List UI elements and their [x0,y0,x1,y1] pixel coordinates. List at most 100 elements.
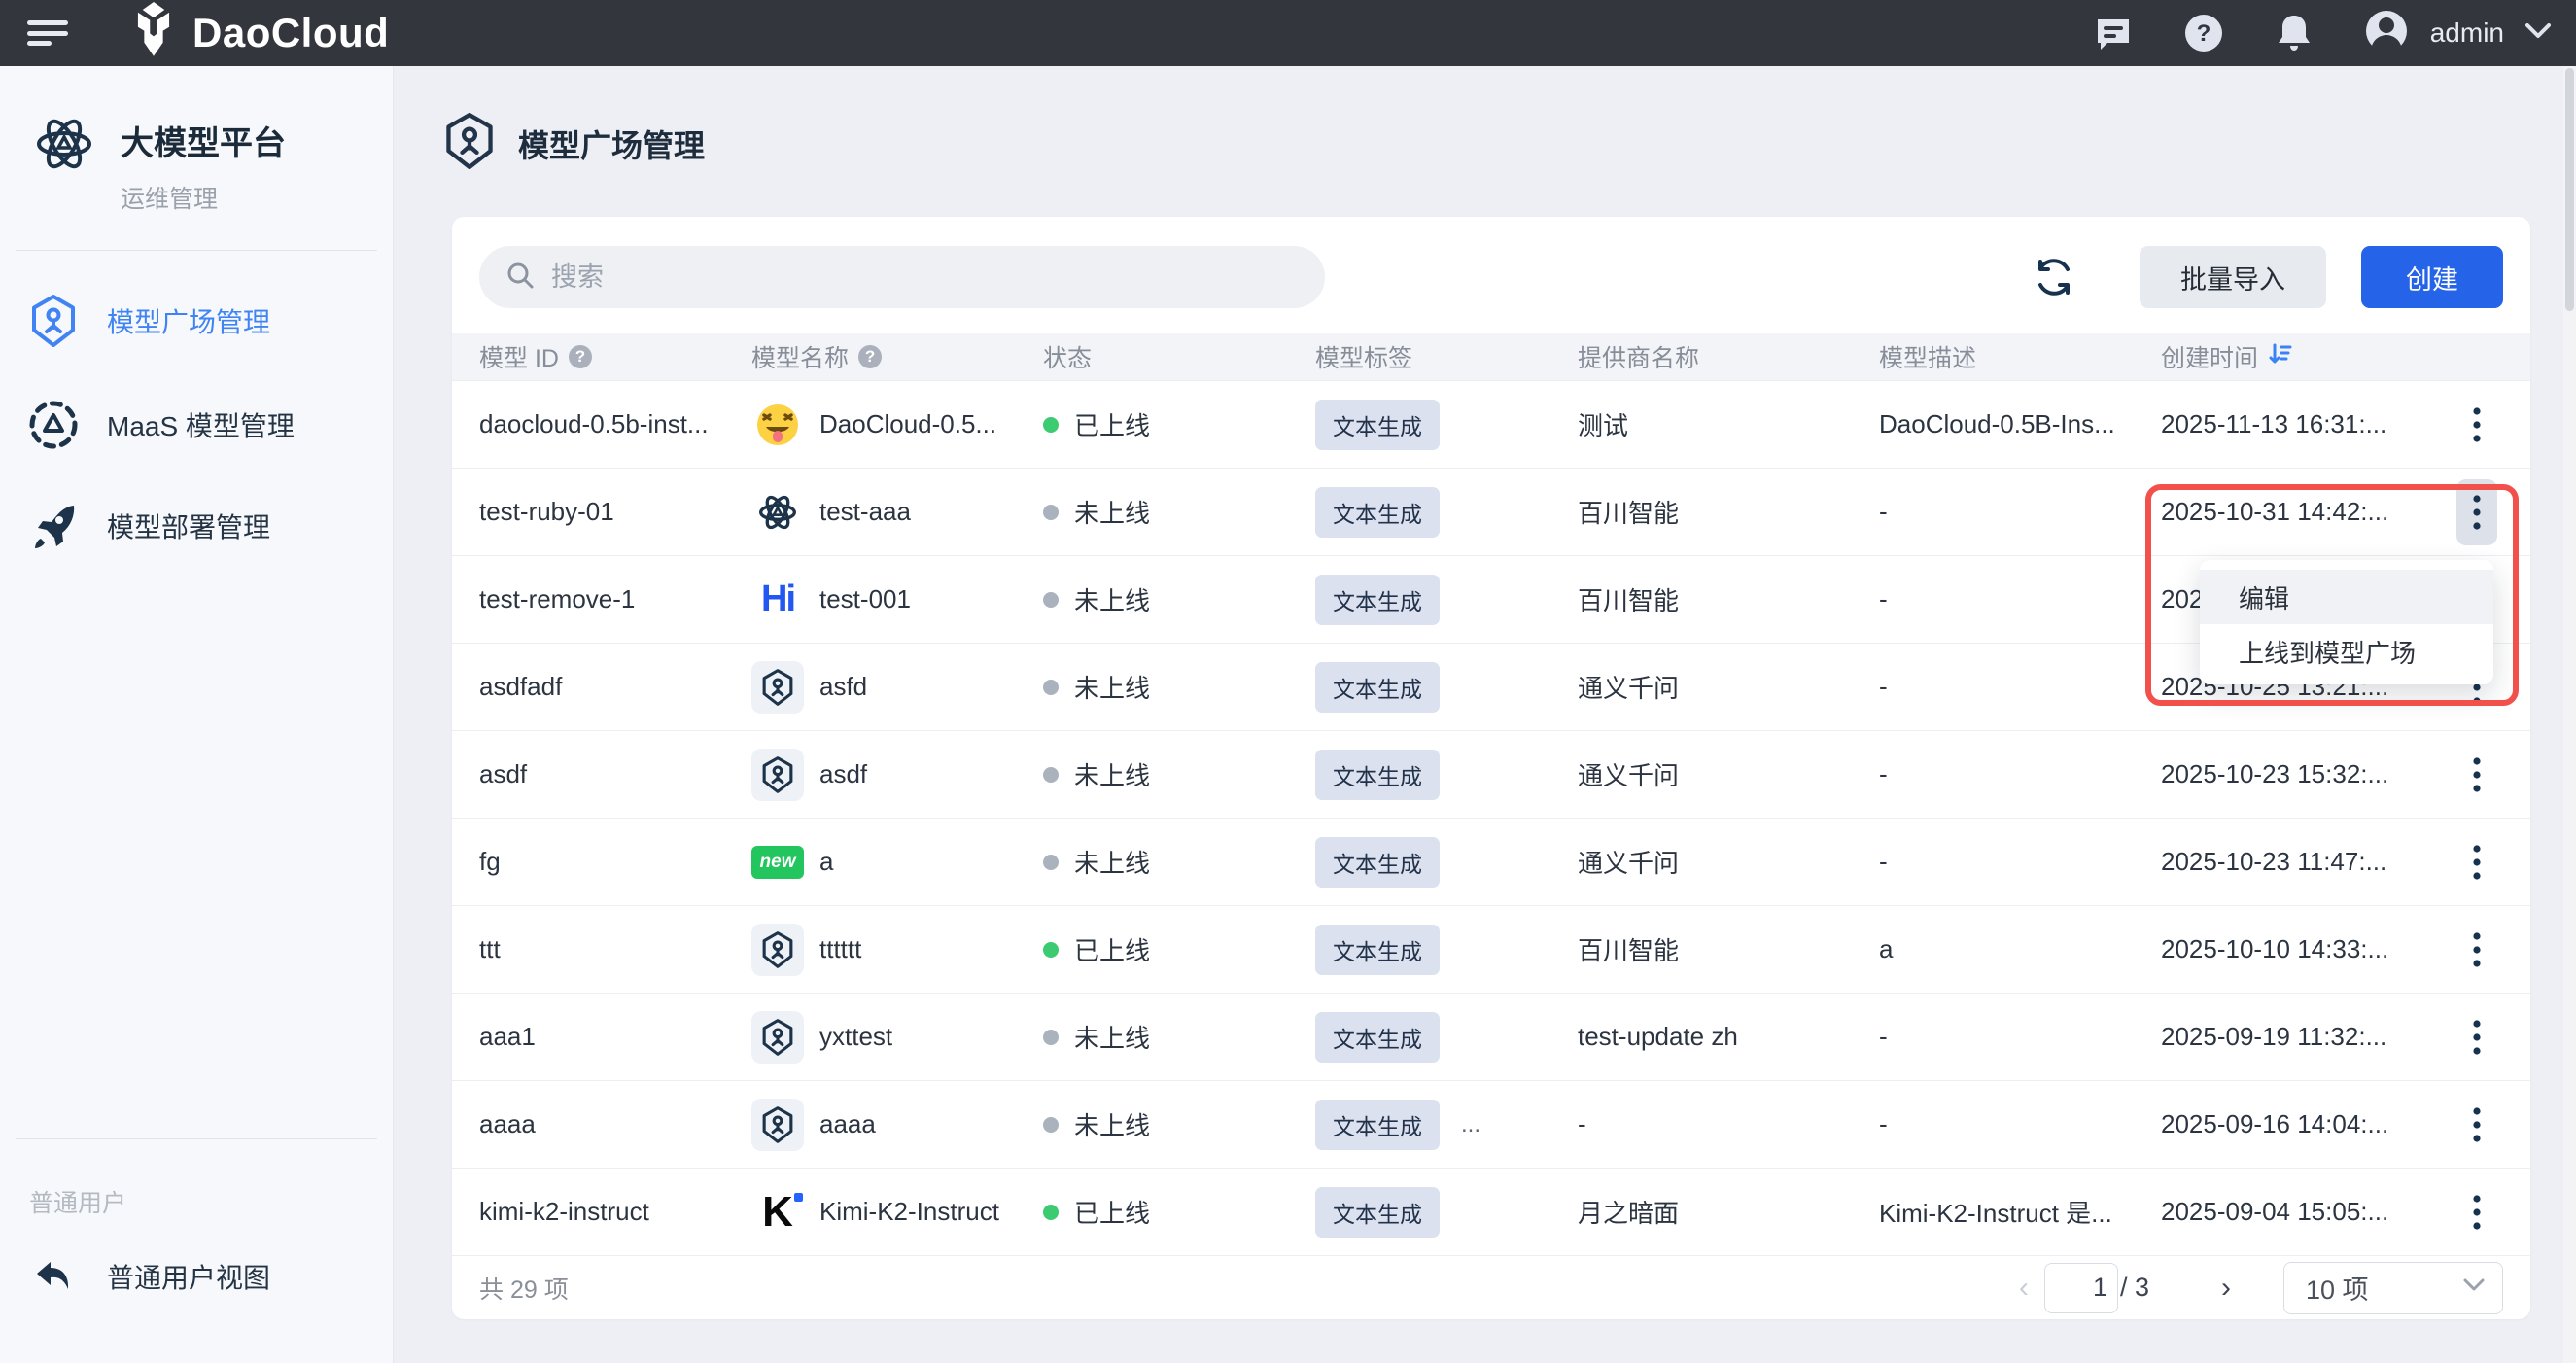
prev-page-icon[interactable]: ‹ [2005,1272,2042,1305]
cell-status: 未上线 [1043,494,1315,530]
total-count: 共 29 项 [479,1271,569,1306]
cell-status: 已上线 [1043,1194,1315,1230]
cell-status: 已上线 [1043,931,1315,967]
help-icon[interactable]: ? [2183,13,2224,53]
tag-badge: 文本生成 [1315,1100,1440,1150]
sidebar-item-label: 模型广场管理 [107,301,270,340]
cell-created-at: 2025-09-04 15:05:... [2161,1197,2423,1227]
table-row[interactable]: test-ruby-01 test-aaa 未上线 文本生成 百川智能 - 20… [452,468,2530,555]
row-actions-kebab-icon[interactable] [2456,742,2497,808]
sidebar-item-maas-models[interactable]: MaaS 模型管理 [0,373,393,476]
create-button[interactable]: 创建 [2361,246,2503,308]
cell-model-name: KKimi-K2-Instruct [751,1186,1043,1239]
menu-toggle-button[interactable] [25,17,70,50]
cell-model-name: Hitest-001 [751,574,1043,626]
cell-status: 未上线 [1043,581,1315,617]
col-provider[interactable]: 提供商名称 [1578,339,1879,374]
tag-badge: 文本生成 [1315,750,1440,800]
brand-name: DaoCloud [192,10,389,56]
cell-tags: 文本生成 [1315,662,1578,713]
chevron-down-icon [2525,23,2551,44]
status-dot [1043,417,1059,433]
table-row[interactable]: fg newa 未上线 文本生成 通义千问 - 2025-10-23 11:47… [452,818,2530,905]
table-row[interactable]: asdf asdf 未上线 文本生成 通义千问 - 2025-10-23 15:… [452,730,2530,818]
cell-model-name: yxttest [751,1011,1043,1064]
cell-model-id: asdfadf [452,672,751,702]
row-actions-kebab-icon[interactable] [2456,917,2497,983]
table-body: daocloud-0.5b-inst... DaoCloud-0.5... 已上… [452,380,2530,1255]
user-menu[interactable]: admin [2364,9,2551,58]
tag-badge: 文本生成 [1315,925,1440,975]
page-size-select[interactable]: 10 项 [2283,1262,2503,1314]
col-model-name[interactable]: 模型名称? [751,339,1043,374]
next-page-icon[interactable]: › [2208,1272,2245,1305]
cell-created-at: 2025-11-13 16:31:... [2161,409,2423,439]
row-actions-kebab-icon[interactable] [2456,1092,2497,1158]
status-dot [1043,1030,1059,1045]
search-box[interactable] [479,246,1325,308]
sidebar-item-normal-user-view[interactable]: 普通用户视图 [0,1229,393,1324]
cell-tags: 文本生成 [1315,575,1578,625]
refresh-icon[interactable] [2025,248,2083,306]
cell-description: - [1879,497,2161,527]
page-title: 模型广场管理 [518,122,705,166]
table-row[interactable]: kimi-k2-instruct KKimi-K2-Instruct 已上线 文… [452,1168,2530,1255]
menu-item-publish-to-marketplace[interactable]: 上线到模型广场 [2200,624,2493,679]
platform-header: 大模型平台 运维管理 [0,66,393,215]
table-footer: 共 29 项 ‹ / 3 › 10 项 [452,1255,2530,1319]
col-status[interactable]: 状态 [1043,339,1315,374]
model-table-card: 批量导入 创建 模型 ID? 模型名称? 状态 模型标签 提供商名称 模型描述 … [452,217,2530,1319]
col-description[interactable]: 模型描述 [1879,339,2161,374]
cell-status: 未上线 [1043,669,1315,705]
hexagon-model-icon [751,924,804,976]
cell-tags: 文本生成... [1315,1100,1578,1150]
hexagon-model-icon [751,1099,804,1151]
cell-description: - [1879,1109,2161,1139]
cell-description: - [1879,1022,2161,1052]
cell-tags: 文本生成 [1315,1187,1578,1238]
page-number-input[interactable] [2044,1263,2118,1313]
sort-descending-icon[interactable] [2268,341,2293,373]
status-dot [1043,942,1059,958]
cell-model-id: aaaa [452,1109,751,1139]
tag-badge: 文本生成 [1315,575,1440,625]
col-model-tags[interactable]: 模型标签 [1315,339,1578,374]
hexagon-model-icon [751,749,804,801]
help-icon[interactable]: ? [569,345,592,368]
scrollbar-thumb[interactable] [2565,68,2574,311]
cell-model-id: asdf [452,759,751,789]
row-actions-kebab-icon[interactable] [2456,1004,2497,1070]
col-model-id[interactable]: 模型 ID? [452,339,751,374]
cell-provider: 百川智能 [1578,581,1879,617]
table-row[interactable]: daocloud-0.5b-inst... DaoCloud-0.5... 已上… [452,380,2530,468]
row-actions-kebab-icon[interactable] [2456,392,2497,458]
menu-item-edit[interactable]: 编辑 [2200,570,2493,624]
cell-model-name: aaaa [751,1099,1043,1151]
cell-provider: 月之暗面 [1578,1194,1879,1230]
bell-icon[interactable] [2275,13,2314,53]
platform-title: 大模型平台 [121,109,286,164]
sidebar-item-model-deployment[interactable]: 模型部署管理 [0,476,393,576]
kimi-logo-icon: K [751,1186,804,1239]
help-icon[interactable]: ? [858,345,882,368]
back-arrow-icon [27,1254,80,1299]
cell-model-name: tttttt [751,924,1043,976]
chat-icon[interactable] [2094,14,2133,52]
search-input[interactable] [551,262,1300,293]
table-row[interactable]: ttt tttttt 已上线 文本生成 百川智能 a 2025-10-10 14… [452,905,2530,993]
table-row[interactable]: aaa1 yxttest 未上线 文本生成 test-update zh - 2… [452,993,2530,1080]
col-created-at[interactable]: 创建时间 [2161,339,2423,374]
sidebar-item-model-marketplace[interactable]: 模型广场管理 [0,268,393,373]
row-actions-kebab-icon[interactable] [2456,1179,2497,1245]
row-actions-kebab-icon[interactable] [2456,479,2497,545]
divider [16,250,377,251]
table-row[interactable]: aaaa aaaa 未上线 文本生成... - - 2025-09-16 14:… [452,1080,2530,1168]
scrollbar[interactable] [2563,66,2576,1363]
cell-model-id: daocloud-0.5b-inst... [452,409,751,439]
cell-provider: 测试 [1578,406,1879,442]
emoji-tongue-icon [751,399,804,451]
cell-description: DaoCloud-0.5B-Ins... [1879,409,2161,439]
hexagon-model-icon [27,294,80,348]
bulk-import-button[interactable]: 批量导入 [2140,246,2326,308]
row-actions-kebab-icon[interactable] [2456,829,2497,895]
